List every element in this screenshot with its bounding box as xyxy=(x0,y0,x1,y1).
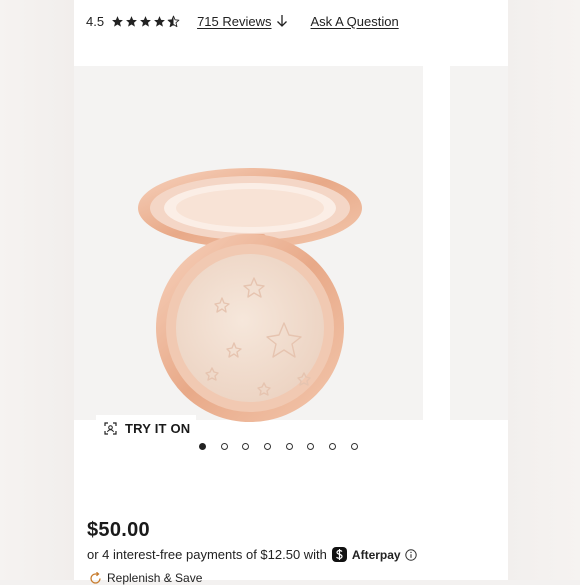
afterpay-label[interactable]: Afterpay xyxy=(352,548,401,562)
carousel-dot[interactable] xyxy=(350,443,358,450)
carousel-dots xyxy=(199,443,373,450)
carousel-dot[interactable] xyxy=(285,443,293,450)
carousel-dot[interactable] xyxy=(199,443,206,450)
replenish-label: Replenish & Save xyxy=(107,571,203,585)
installment-text: or 4 interest-free payments of $12.50 wi… xyxy=(87,547,327,562)
star-half-icon xyxy=(167,15,180,27)
replenish-icon xyxy=(90,571,101,584)
try-it-on-label: TRY IT ON xyxy=(125,420,191,436)
product-image xyxy=(138,168,362,422)
try-it-on-button[interactable]: TRY IT ON xyxy=(96,415,196,441)
star-icon xyxy=(154,15,165,27)
product-image-gallery[interactable] xyxy=(74,66,423,422)
next-page-sliver xyxy=(508,0,580,580)
star-rating[interactable] xyxy=(111,15,181,28)
product-page: 4.5 715 Reviews Ask A Question TRY IT ON… xyxy=(74,0,508,585)
carousel-dot[interactable] xyxy=(220,443,228,450)
arrow-down-icon xyxy=(276,15,287,27)
replenish-row[interactable]: Replenish & Save xyxy=(89,571,202,585)
carousel-dot[interactable] xyxy=(242,443,250,450)
carousel-dot[interactable] xyxy=(329,443,337,450)
next-product-image[interactable] xyxy=(450,66,508,420)
star-icon xyxy=(140,15,151,27)
ask-question-link[interactable]: Ask A Question xyxy=(311,14,399,29)
scan-icon xyxy=(104,421,117,435)
reviews-link[interactable]: 715 Reviews xyxy=(197,14,287,29)
rating-value: 4.5 xyxy=(86,13,105,29)
carousel-dot[interactable] xyxy=(264,443,272,450)
product-price: $50.00 xyxy=(87,519,150,541)
rating-row: 4.5 715 Reviews Ask A Question xyxy=(86,11,399,31)
previous-page-sliver xyxy=(0,0,74,580)
afterpay-logo-icon xyxy=(331,547,347,562)
star-icon xyxy=(126,15,137,27)
star-icon xyxy=(112,15,123,27)
info-icon[interactable] xyxy=(404,548,417,561)
installment-row: or 4 interest-free payments of $12.50 wi… xyxy=(87,547,417,562)
carousel-dot[interactable] xyxy=(307,443,315,450)
reviews-link-label: 715 Reviews xyxy=(197,13,272,29)
